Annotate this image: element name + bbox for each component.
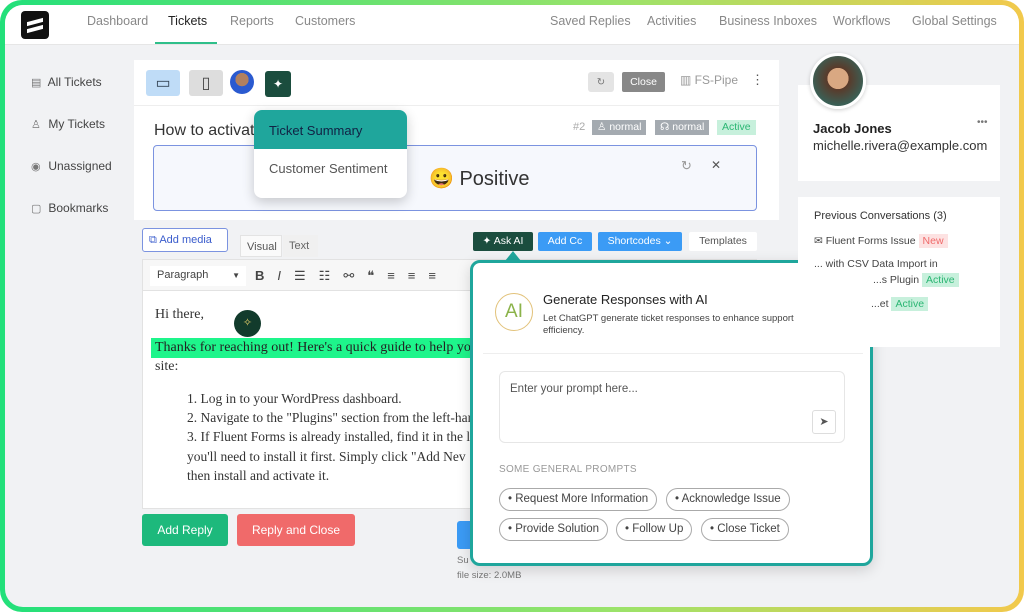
body-text: site: (155, 359, 179, 374)
refresh-button[interactable]: ↻ (588, 72, 614, 92)
nav-global-settings[interactable]: Global Settings (912, 14, 997, 28)
panel-title: Generate Responses with AI (543, 292, 708, 307)
regenerate-icon[interactable]: ↻ (681, 158, 692, 174)
greeting-text: Hi there, (155, 307, 204, 322)
prompt-chip[interactable]: • Close Ticket (701, 518, 789, 541)
sidebar-item-bookmarks[interactable]: ▢ Bookmarks (31, 201, 108, 215)
add-reply-button[interactable]: Add Reply (142, 514, 228, 546)
ticket-number: #2 (573, 121, 586, 133)
tab-text[interactable]: Text (283, 235, 318, 257)
sentiment-value: 😀 Positive (429, 168, 530, 190)
client-priority-tag: ☊ normal (655, 120, 710, 135)
prompts-heading: SOME GENERAL PROMPTS (499, 464, 637, 475)
customer-avatar (810, 53, 866, 109)
nav-tickets[interactable]: Tickets (168, 14, 207, 28)
top-nav: Dashboard Tickets Reports Customers Save… (5, 5, 1019, 45)
prompt-chip[interactable]: • Provide Solution (499, 518, 608, 541)
prompt-chip[interactable]: • Acknowledge Issue (666, 488, 790, 511)
document-icon: ▤ (31, 77, 42, 89)
format-select[interactable]: Paragraph ▼ (150, 266, 246, 286)
upload-hint: Su (457, 555, 469, 566)
status-badge: Active (717, 120, 756, 135)
ai-sparkle-button[interactable]: ✦ (265, 71, 291, 97)
close-icon[interactable]: ✕ (711, 158, 721, 172)
reply-and-close-button[interactable]: Reply and Close (237, 514, 355, 546)
panel-subtitle: Let ChatGPT generate ticket responses to… (543, 313, 794, 336)
customer-email: michelle.rivera@example.com (813, 138, 988, 153)
list-item: 3. If Fluent Forms is already installed,… (187, 429, 471, 444)
list-item: then install and activate it. (187, 468, 330, 483)
nav-reports[interactable]: Reports (230, 14, 274, 28)
conversation-item[interactable]: ...et Active (871, 297, 929, 311)
user-icon: ♙ (31, 119, 41, 131)
active-tab-indicator (155, 42, 217, 44)
add-cc-button[interactable]: Add Cc (538, 232, 592, 251)
prompt-chip[interactable]: • Follow Up (616, 518, 693, 541)
sidebar-item-unassigned[interactable]: ◉ Unassigned (31, 159, 112, 173)
tab-visual[interactable]: Visual (240, 235, 282, 257)
previous-heading: Previous Conversations (3) (814, 210, 947, 222)
nav-dashboard[interactable]: Dashboard (87, 14, 148, 28)
nav-activities[interactable]: Activities (647, 14, 696, 28)
file-size-limit: file size: 2.0MB (457, 570, 522, 581)
ask-ai-button[interactable]: ✦ Ask AI (473, 232, 533, 251)
nav-saved-replies[interactable]: Saved Replies (550, 14, 631, 28)
prompt-chip[interactable]: • Request More Information (499, 488, 658, 511)
sidebar-item-all-tickets[interactable]: ▤ All Tickets (31, 75, 102, 89)
priority-tag: ♙ normal (592, 120, 647, 135)
eye-icon: ◉ (31, 161, 41, 173)
menu-item-customer-sentiment[interactable]: Customer Sentiment (254, 149, 407, 188)
mailbox-label[interactable]: ▥ FS-Pipe (680, 73, 738, 87)
ai-badge: AI (495, 293, 533, 331)
agent-avatar[interactable] (230, 70, 254, 94)
conversation-icon[interactable]: ▭ (146, 70, 180, 96)
bookmark-icon: ▢ (31, 203, 42, 215)
templates-button[interactable]: Templates (689, 232, 757, 251)
ticket-title: How to activat (154, 122, 255, 139)
more-icon[interactable]: ⋮ (751, 72, 764, 88)
nav-business-inboxes[interactable]: Business Inboxes (719, 14, 817, 28)
more-icon[interactable]: ••• (977, 117, 988, 128)
send-icon[interactable]: ➤ (812, 410, 836, 434)
menu-item-ticket-summary[interactable]: Ticket Summary (254, 110, 407, 149)
ai-dropdown-menu: Ticket Summary Customer Sentiment (254, 110, 407, 198)
format-buttons[interactable]: BI☰☷⚯❝≡≡≡ (255, 268, 449, 284)
close-ticket-button[interactable]: Close (622, 72, 665, 92)
shortcodes-button[interactable]: Shortcodes ⌄ (598, 232, 682, 251)
add-media-button[interactable]: ⧉ Add media (142, 228, 228, 252)
customer-name: Jacob Jones (813, 121, 892, 136)
list-item: 1. Log in to your WordPress dashboard. (187, 391, 402, 406)
nav-workflows[interactable]: Workflows (833, 14, 890, 28)
nav-customers[interactable]: Customers (295, 14, 355, 28)
conversation-item[interactable]: ...s Plugin Active (873, 273, 959, 287)
prompt-input[interactable]: Enter your prompt here... ➤ (499, 371, 845, 443)
notebook-icon[interactable]: ▯ (189, 70, 223, 96)
list-item: 2. Navigate to the "Plugins" section fro… (187, 410, 473, 425)
sidebar-item-my-tickets[interactable]: ♙ My Tickets (31, 117, 105, 131)
logo (21, 11, 49, 39)
list-item: you'll need to install it first. Simply … (187, 449, 466, 464)
conversation-item[interactable]: ... with CSV Data Import in (814, 258, 938, 270)
highlighted-text: Thanks for reaching out! Here's a quick … (151, 338, 481, 358)
conversation-item[interactable]: ✉ Fluent Forms Issue New (814, 234, 948, 248)
ai-sparkle-icon[interactable]: ✧ (234, 310, 261, 337)
